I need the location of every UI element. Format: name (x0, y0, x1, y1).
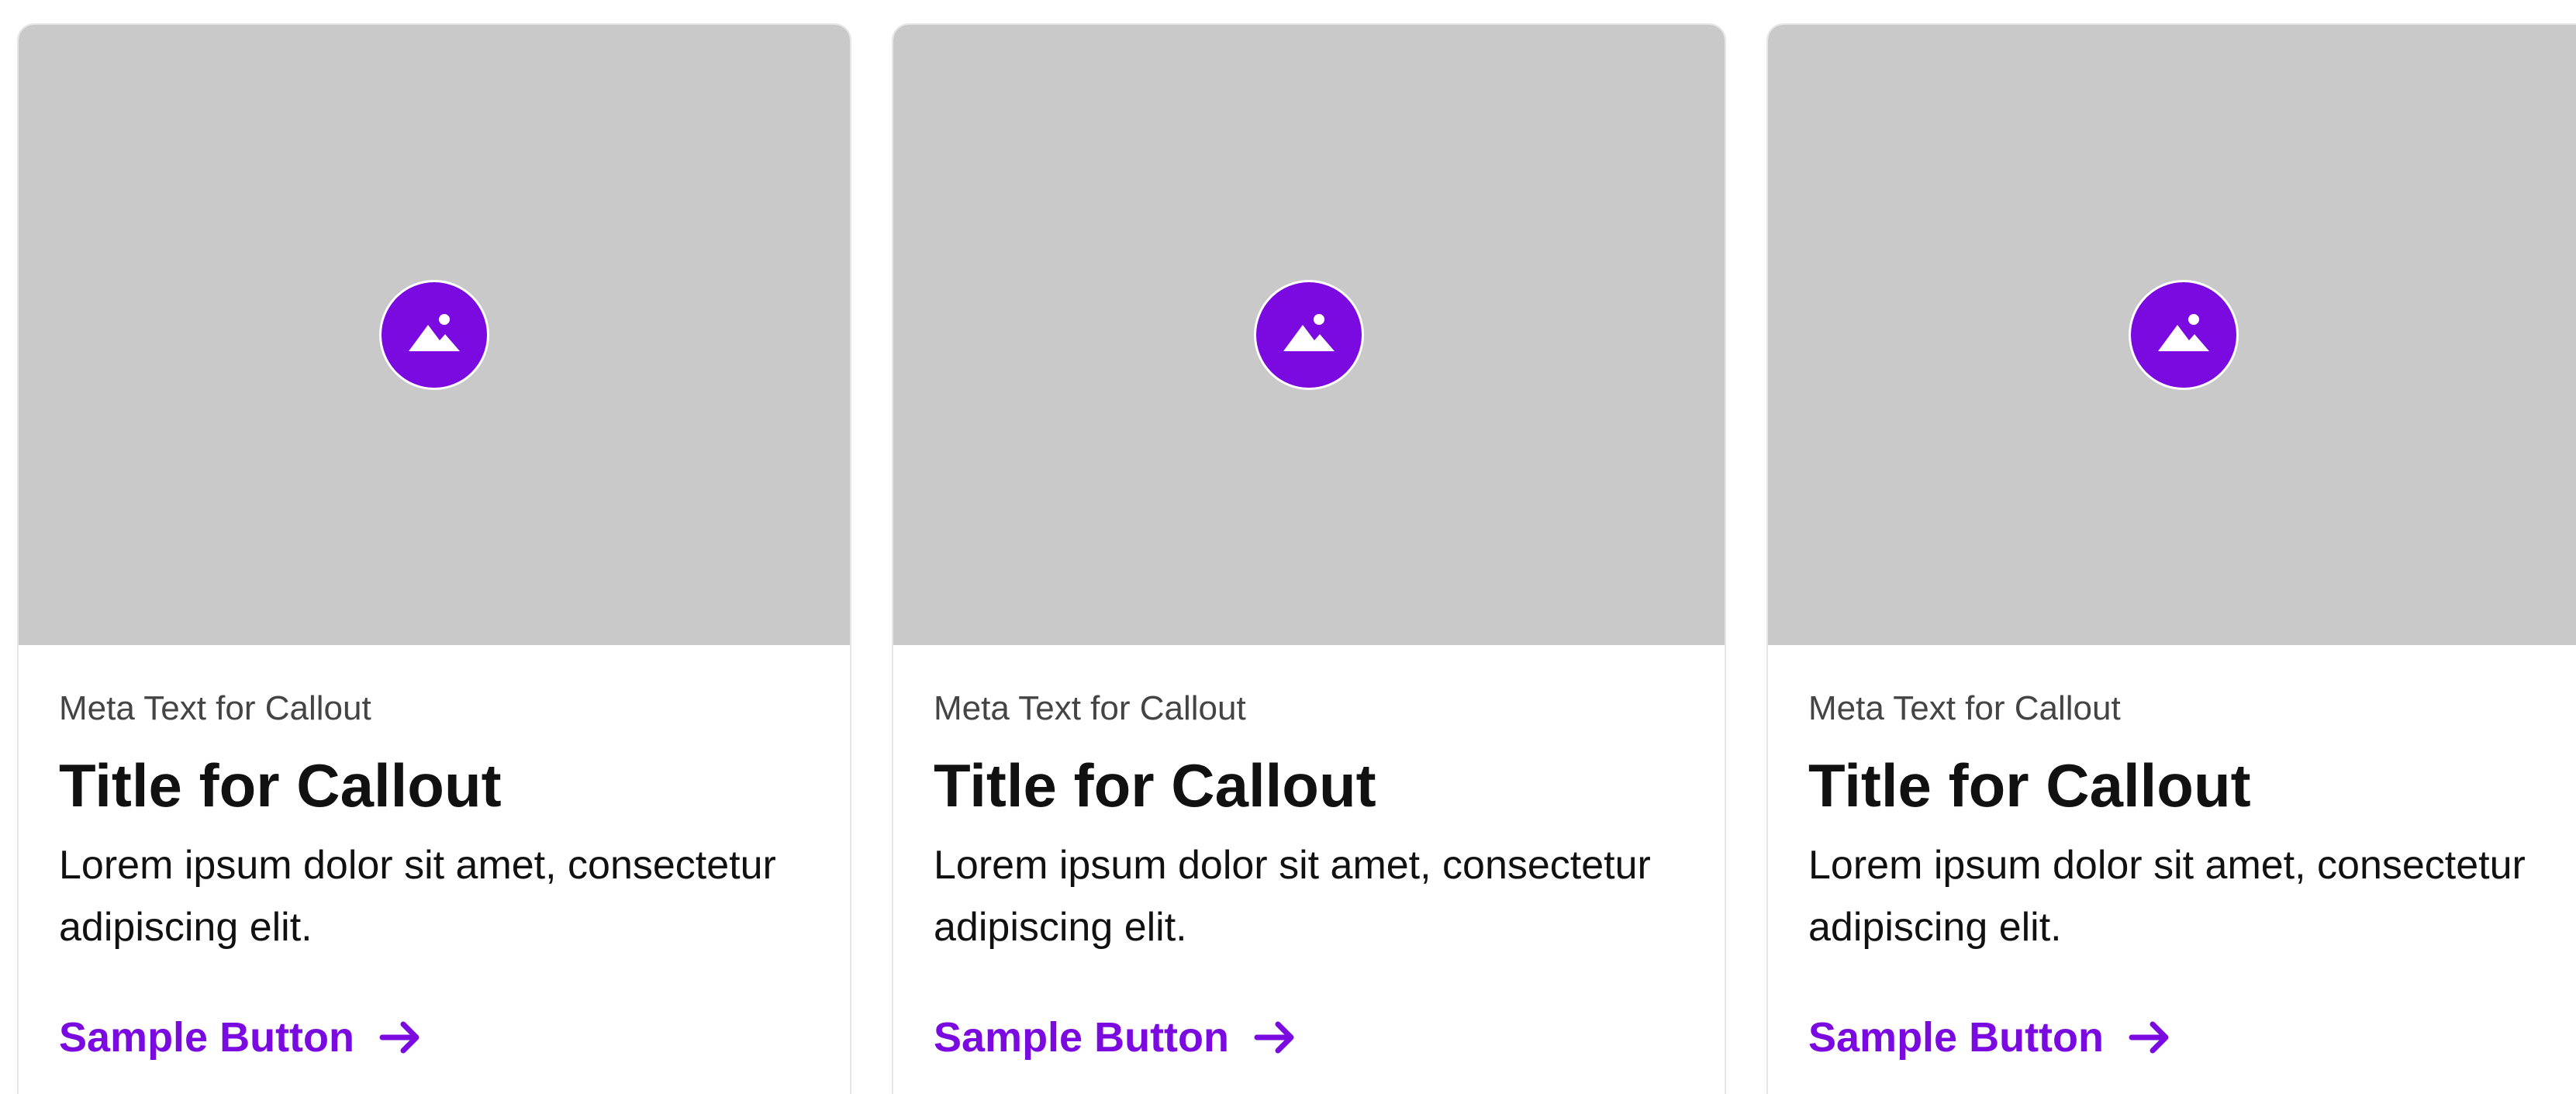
callout-content: Meta Text for Callout Title for Callout … (59, 645, 819, 1062)
callout-title: Title for Callout (1808, 751, 2251, 820)
callout-card-list: Meta Text for Callout Title for Callout … (0, 0, 2576, 1094)
callout-card: Meta Text for Callout Title for Callout … (17, 23, 851, 1094)
callout-title: Title for Callout (59, 751, 502, 820)
callout-card: Meta Text for Callout Title for Callout … (892, 23, 1726, 1094)
arrow-right-icon (2125, 1013, 2175, 1062)
callout-meta: Meta Text for Callout (59, 689, 371, 727)
callout-content: Meta Text for Callout Title for Callout … (934, 645, 1694, 1062)
sample-button[interactable]: Sample Button (934, 1013, 1300, 1062)
sample-button[interactable]: Sample Button (59, 1013, 426, 1062)
callout-meta: Meta Text for Callout (1808, 689, 2121, 727)
sample-button-label: Sample Button (1808, 1014, 2105, 1061)
image-placeholder (1768, 25, 2576, 645)
callout-body: Lorem ipsum dolor sit amet, consectetur … (59, 843, 776, 950)
callout-body: Lorem ipsum dolor sit amet, consectetur … (934, 843, 1651, 950)
image-icon (1254, 280, 1364, 390)
callout-card: Meta Text for Callout Title for Callout … (1766, 23, 2576, 1094)
sample-button-label: Sample Button (934, 1014, 1230, 1061)
callout-content: Meta Text for Callout Title for Callout … (1808, 645, 2568, 1062)
arrow-right-icon (376, 1013, 426, 1062)
image-icon (2129, 280, 2239, 390)
callout-body: Lorem ipsum dolor sit amet, consectetur … (1808, 843, 2526, 950)
callout-meta: Meta Text for Callout (934, 689, 1246, 727)
arrow-right-icon (1251, 1013, 1300, 1062)
image-placeholder (893, 25, 1725, 645)
callout-title: Title for Callout (934, 751, 1376, 820)
sample-button[interactable]: Sample Button (1808, 1013, 2175, 1062)
image-placeholder (19, 25, 850, 645)
image-icon (379, 280, 489, 390)
sample-button-label: Sample Button (59, 1014, 355, 1061)
